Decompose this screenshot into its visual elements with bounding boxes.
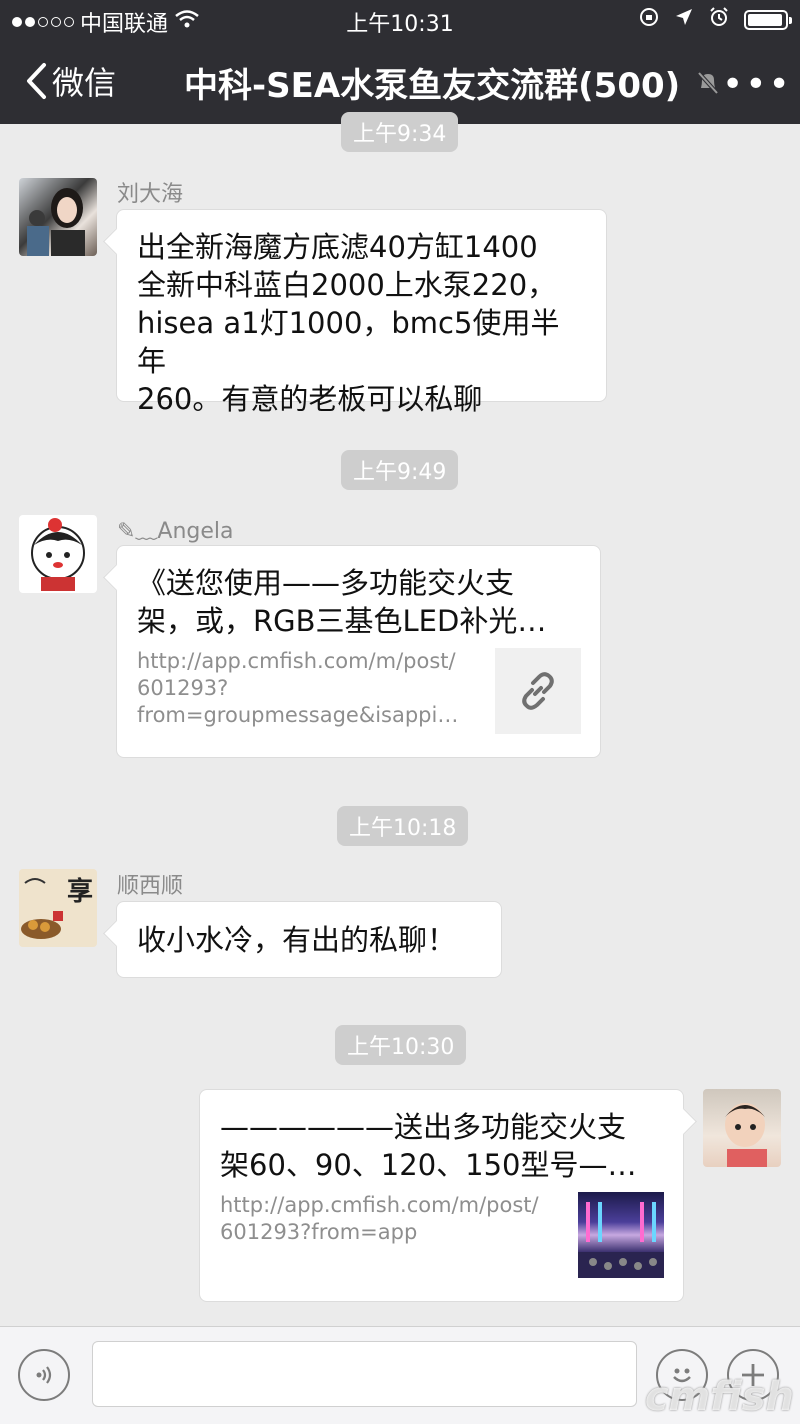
status-bar: 中国联通 上午10:31 [0,0,800,40]
message-text: 出全新海魔方底滤40方缸1400 全新中科蓝白2000上水泵220， hisea… [137,228,588,418]
avatar[interactable] [703,1089,781,1167]
avatar[interactable] [19,515,97,593]
link-card-bubble[interactable]: 《送您使用——多功能交火支 架，或，RGB三基色LED补光… http://ap… [116,545,601,758]
link-title-line: 架60、90、120、150型号—… [220,1148,637,1182]
avatar-text: 享 [67,877,94,907]
message-line: 出全新海魔方底滤40方缸1400 [137,230,538,264]
alarm-icon [708,6,730,34]
timestamp-chip: 上午9:34 [341,112,459,152]
back-button[interactable]: 微信 [24,58,116,104]
link-icon [495,648,581,734]
link-url-line: 601293? [137,676,229,700]
avatar[interactable] [19,178,97,256]
watermark: cmfish [644,1374,794,1420]
input-bar: cmfish [0,1326,800,1424]
link-url-line: 601293?from=app [220,1220,418,1244]
timestamp-chip: 上午9:49 [341,450,459,490]
link-url-line: http://app.cmfish.com/m/post/ [137,649,456,673]
message-text: 收小水冷，有出的私聊！ [137,923,457,957]
link-title: 《送您使用——多功能交火支 架，或，RGB三基色LED补光… [137,564,620,640]
link-title-line: 《送您使用——多功能交火支 [137,566,515,600]
link-url-line: http://app.cmfish.com/m/post/ [220,1193,539,1217]
back-chevron-icon [27,63,46,99]
message-line: 260。有意的老板可以私聊 [137,382,483,416]
avatar[interactable]: 享 [19,869,97,947]
chat-title: 中科-SEA水泵鱼友交流群(500) [184,66,681,106]
battery-icon [744,10,792,30]
link-title-line: ——————送出多功能交火支 [220,1110,627,1144]
more-menu-button[interactable]: ••• [722,64,792,105]
message-input[interactable] [92,1341,637,1407]
message-line: 全新中科蓝白2000上水泵220， [137,268,557,302]
location-icon [674,7,694,33]
link-url: http://app.cmfish.com/m/post/ 601293? fr… [137,648,477,729]
voice-icon[interactable] [18,1349,70,1401]
link-url-line: from=groupmessage&isappi… [137,703,459,727]
timestamp-chip: 上午10:18 [337,806,469,846]
message-line: hisea a1灯1000，bmc5使用半年 [137,306,560,378]
link-title-line: 架，或，RGB三基色LED补光… [137,604,547,638]
mute-bell-icon [696,70,720,100]
back-label: 微信 [52,64,117,102]
sender-name: ✎﹏Angela [117,519,234,544]
link-url: http://app.cmfish.com/m/post/ 601293?fro… [220,1192,570,1246]
top-bar: 中国联通 上午10:31 微信 中科-SEA水泵鱼友交流群(500) ••• [0,0,800,124]
rotation-lock-icon [638,6,660,34]
link-card-bubble[interactable]: ——————送出多功能交火支 架60、90、120、150型号—… http:/… [199,1089,684,1302]
sender-name: 顺西顺 [117,874,184,899]
message-bubble[interactable]: 出全新海魔方底滤40方缸1400 全新中科蓝白2000上水泵220， hisea… [116,209,607,416]
link-thumbnail-image [578,1192,664,1278]
timestamp-chip: 上午10:30 [335,1025,467,1065]
link-title: ——————送出多功能交火支 架60、90、120、150型号—… [220,1108,703,1184]
message-bubble[interactable]: 收小水冷，有出的私聊！ [116,901,502,978]
sender-name: 刘大海 [117,182,184,207]
